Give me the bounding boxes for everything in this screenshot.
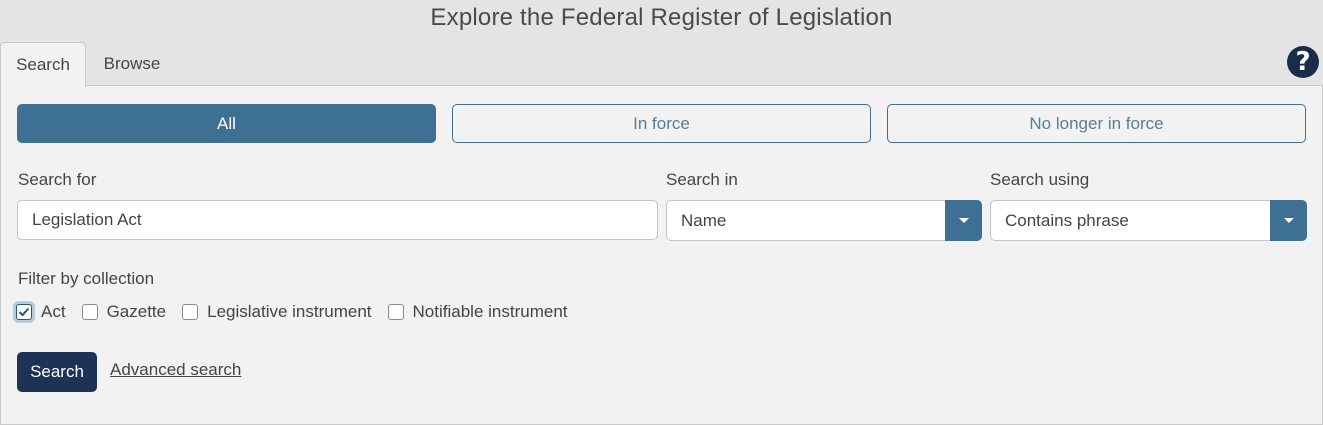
checkbox-act-label: Act (41, 302, 66, 321)
chevron-down-icon[interactable] (1270, 200, 1307, 241)
checkbox-act[interactable] (16, 304, 32, 320)
filter-in-force-button[interactable]: In force (452, 104, 871, 143)
advanced-search-link[interactable]: Advanced search (110, 360, 241, 380)
tab-search-label: Search (16, 55, 70, 74)
search-panel: All In force No longer in force Search f… (0, 85, 1323, 425)
search-for-input[interactable]: Legislation Act (17, 200, 658, 240)
page-title: Explore the Federal Register of Legislat… (430, 4, 893, 31)
search-for-label: Search for (18, 170, 97, 189)
tab-browse[interactable]: Browse (88, 42, 176, 86)
search-using-label: Search using (990, 170, 1090, 189)
check-icon (18, 307, 30, 317)
checkbox-gazette-label: Gazette (106, 302, 167, 321)
help-icon[interactable]: ? (1287, 46, 1319, 78)
checkbox-legislative-instrument-label: Legislative instrument (207, 302, 372, 321)
tab-browse-label: Browse (103, 54, 161, 73)
tab-search[interactable]: Search (0, 42, 86, 87)
search-in-label: Search in (666, 170, 738, 189)
checkbox-legislative-instrument[interactable] (182, 304, 199, 320)
chevron-down-icon[interactable] (945, 200, 982, 241)
filter-by-collection-label: Filter by collection (18, 269, 155, 288)
filter-all-button[interactable]: All (17, 104, 436, 143)
filter-no-longer-in-force-button[interactable]: No longer in force (887, 104, 1306, 143)
checkbox-notifiable-instrument-label: Notifiable instrument (412, 302, 568, 321)
collection-checkboxes: Act Gazette Legislative instrument Notif… (16, 300, 584, 324)
search-using-select[interactable]: Contains phrase (990, 200, 1307, 241)
checkbox-gazette[interactable] (81, 304, 98, 320)
checkbox-notifiable-instrument[interactable] (387, 304, 404, 320)
search-in-select[interactable]: Name (666, 200, 982, 241)
search-button[interactable]: Search (17, 352, 97, 392)
